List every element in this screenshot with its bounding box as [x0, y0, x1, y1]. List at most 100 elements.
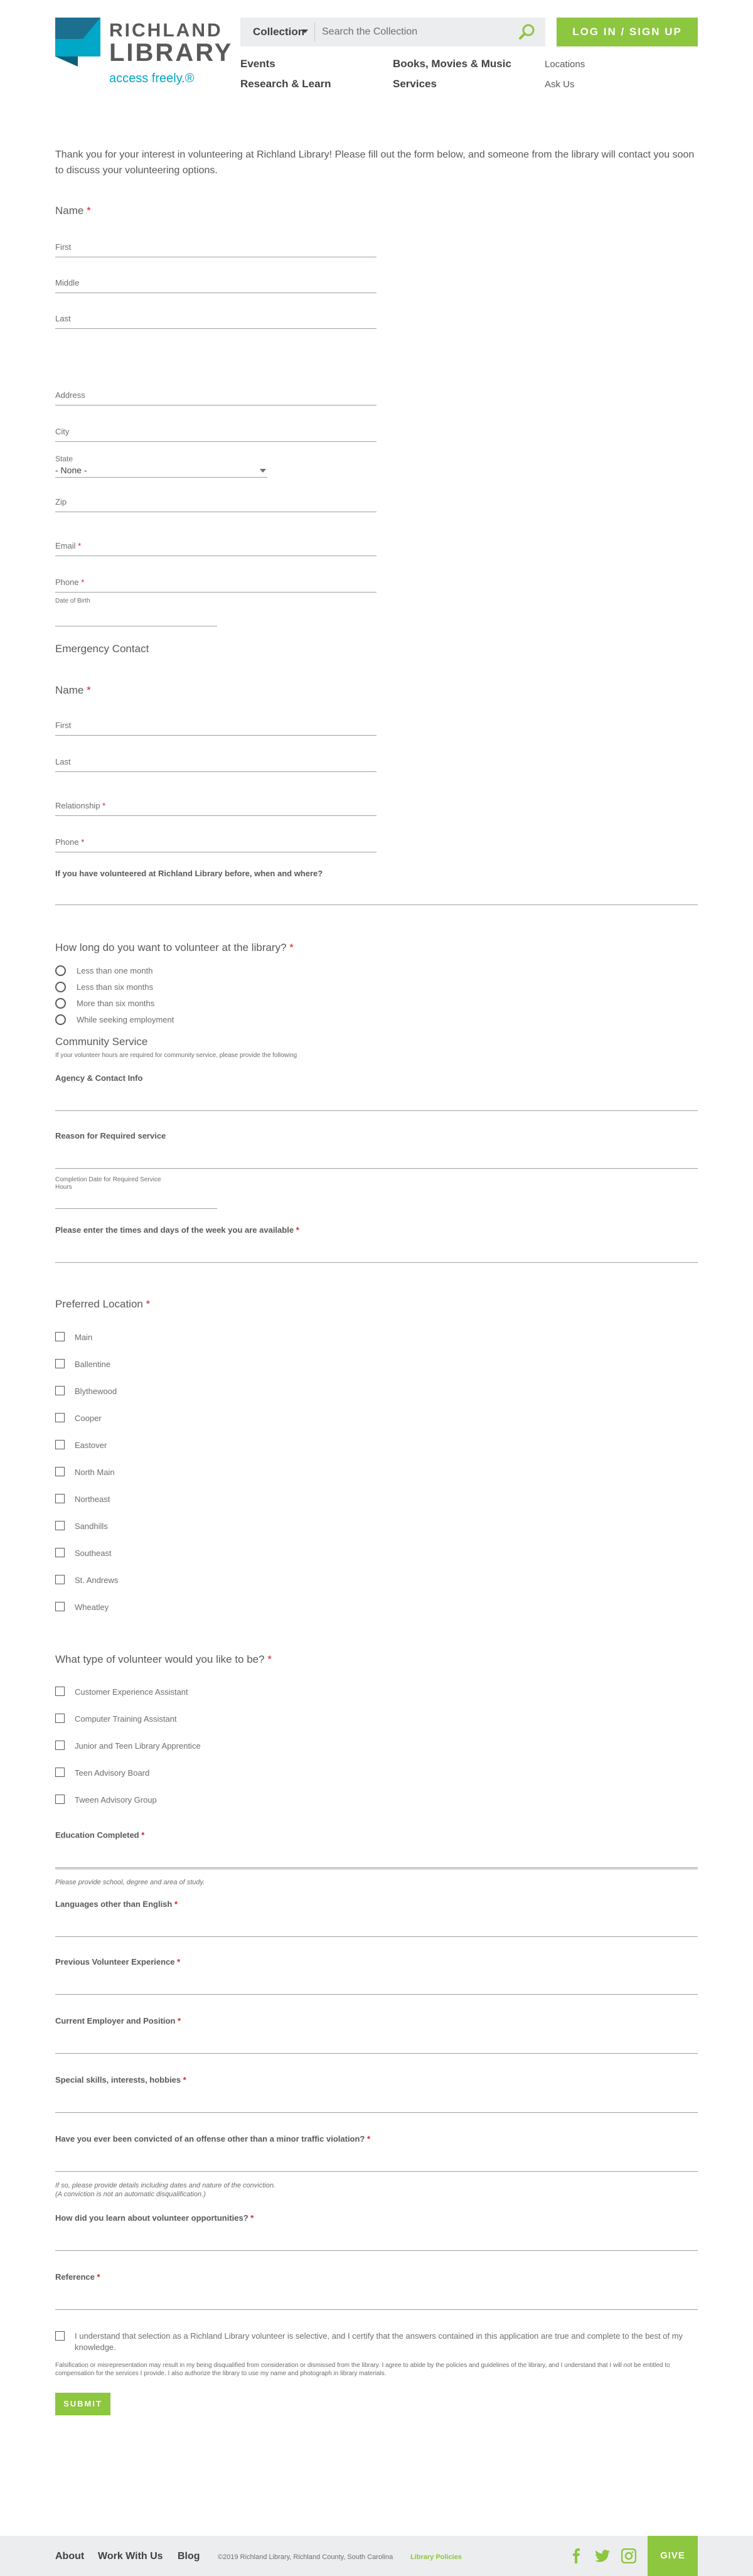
prev-experience-label-text: Previous Volunteer Experience [55, 1957, 175, 1967]
radio-button[interactable] [55, 1014, 66, 1025]
nav-ask-us[interactable]: Ask Us [545, 79, 575, 90]
zip-field[interactable]: Zip [55, 487, 376, 512]
required-marker: * [250, 2213, 254, 2223]
duration-question-text: How long do you want to volunteer at the… [55, 942, 287, 953]
email-field[interactable]: Email * [55, 531, 376, 556]
ec-phone-field[interactable]: Phone * [55, 827, 376, 852]
first-name-label: First [55, 242, 72, 252]
checkbox[interactable] [55, 1359, 65, 1368]
volunteer-type-label: Teen Advisory Board [75, 1768, 150, 1778]
hours-input[interactable] [55, 1186, 217, 1209]
instagram-icon[interactable] [621, 2548, 636, 2563]
checkbox[interactable] [55, 1687, 65, 1696]
duration-option-label: Less than six months [77, 982, 154, 992]
phone-field[interactable]: Phone * [55, 567, 376, 593]
ec-last-name-field[interactable]: Last [55, 747, 376, 772]
twitter-icon[interactable] [595, 2548, 610, 2563]
location-option-label: St. Andrews [75, 1575, 119, 1585]
footer-library-policies-link[interactable]: Library Policies [410, 2553, 462, 2561]
checkbox[interactable] [55, 1795, 65, 1804]
nav-services[interactable]: Services [393, 78, 437, 90]
location-option-label: Ballentine [75, 1360, 111, 1369]
checkbox[interactable] [55, 1467, 65, 1476]
checkbox[interactable] [55, 1440, 65, 1449]
languages-input[interactable] [55, 1912, 698, 1937]
footer-work-with-us-link[interactable]: Work With Us [98, 2551, 163, 2562]
collection-select[interactable]: Collection [253, 26, 304, 38]
reason-input[interactable] [55, 1144, 698, 1169]
checkbox[interactable] [55, 1768, 65, 1777]
education-input-underline [55, 1844, 698, 1869]
ec-first-name-field[interactable]: First [55, 711, 376, 736]
convicted-note-details: If so, please provide details including … [55, 2182, 276, 2189]
skills-label: Special skills, interests, hobbies * [55, 2075, 186, 2085]
agency-input[interactable] [55, 1086, 698, 1111]
dob-field[interactable] [55, 601, 217, 626]
checkbox[interactable] [55, 1332, 65, 1341]
location-option-label: Wheatley [75, 1602, 109, 1612]
checkbox[interactable] [55, 1741, 65, 1750]
checkbox[interactable] [55, 1521, 65, 1530]
footer-about-link[interactable]: About [55, 2551, 84, 2562]
submit-button[interactable]: SUBMIT [55, 2393, 110, 2415]
prev-volunteer-input[interactable] [55, 880, 698, 905]
give-button[interactable]: GIVE [648, 2536, 698, 2576]
richland-library-logo[interactable]: RICHLAND LIBRARY access freely.® [55, 18, 231, 85]
last-name-label: Last [55, 314, 71, 323]
search-divider [314, 23, 315, 41]
required-marker: * [81, 577, 85, 587]
reference-input[interactable] [55, 2285, 698, 2310]
state-select[interactable]: - None - [55, 465, 267, 478]
required-marker: * [102, 801, 106, 810]
email-label: Email * [55, 541, 81, 550]
location-option-label: North Main [75, 1468, 115, 1477]
library-logo-mark-icon [55, 18, 100, 67]
address-field[interactable]: Address [55, 380, 376, 405]
prev-experience-input[interactable] [55, 1970, 698, 1995]
radio-button[interactable] [55, 965, 66, 976]
city-label: City [55, 427, 70, 436]
checkbox[interactable] [55, 1413, 65, 1422]
relationship-field[interactable]: Relationship * [55, 791, 376, 816]
required-marker: * [78, 541, 82, 550]
city-field[interactable]: City [55, 417, 376, 442]
search-icon[interactable] [518, 23, 537, 41]
first-name-field[interactable]: First [55, 232, 376, 257]
education-label: Education Completed * [55, 1830, 144, 1840]
checkbox[interactable] [55, 1494, 65, 1503]
nav-research-learn[interactable]: Research & Learn [240, 78, 331, 90]
learn-about-label: How did you learn about volunteer opport… [55, 2213, 254, 2223]
checkbox[interactable] [55, 1386, 65, 1395]
checkbox[interactable] [55, 1714, 65, 1723]
location-option-label: Cooper [75, 1414, 102, 1423]
footer-blog-link[interactable]: Blog [178, 2551, 200, 2562]
availability-question-text: Please enter the times and days of the w… [55, 1225, 294, 1235]
checkbox[interactable] [55, 1575, 65, 1584]
duration-option-label: Less than one month [77, 966, 153, 975]
middle-name-field[interactable]: Middle [55, 268, 376, 293]
learn-about-input[interactable] [55, 2226, 698, 2251]
location-option-label: Northeast [75, 1495, 110, 1504]
search-input[interactable] [322, 23, 510, 41]
logo-tagline: access freely.® [109, 72, 195, 85]
last-name-field[interactable]: Last [55, 304, 376, 329]
login-signup-button[interactable]: LOG IN / SIGN UP [557, 18, 698, 46]
volunteer-type-label: Customer Experience Assistant [75, 1687, 188, 1697]
checkbox[interactable] [55, 1602, 65, 1611]
required-marker: * [296, 1225, 299, 1235]
volunteer-type-label: Tween Advisory Group [75, 1795, 157, 1805]
nav-books-movies-music[interactable]: Books, Movies & Music [393, 58, 511, 70]
nav-locations[interactable]: Locations [545, 59, 585, 70]
facebook-icon[interactable] [569, 2548, 584, 2563]
employer-input[interactable] [55, 2029, 698, 2054]
certify-option[interactable]: I understand that selection as a Richlan… [55, 2331, 698, 2356]
availability-input[interactable] [55, 1238, 698, 1263]
convicted-input[interactable] [55, 2147, 698, 2172]
radio-button[interactable] [55, 998, 66, 1009]
checkbox[interactable] [55, 2331, 65, 2341]
checkbox[interactable] [55, 1548, 65, 1557]
email-label-text: Email [55, 541, 76, 550]
skills-input[interactable] [55, 2088, 698, 2113]
radio-button[interactable] [55, 982, 66, 992]
nav-events[interactable]: Events [240, 58, 275, 70]
